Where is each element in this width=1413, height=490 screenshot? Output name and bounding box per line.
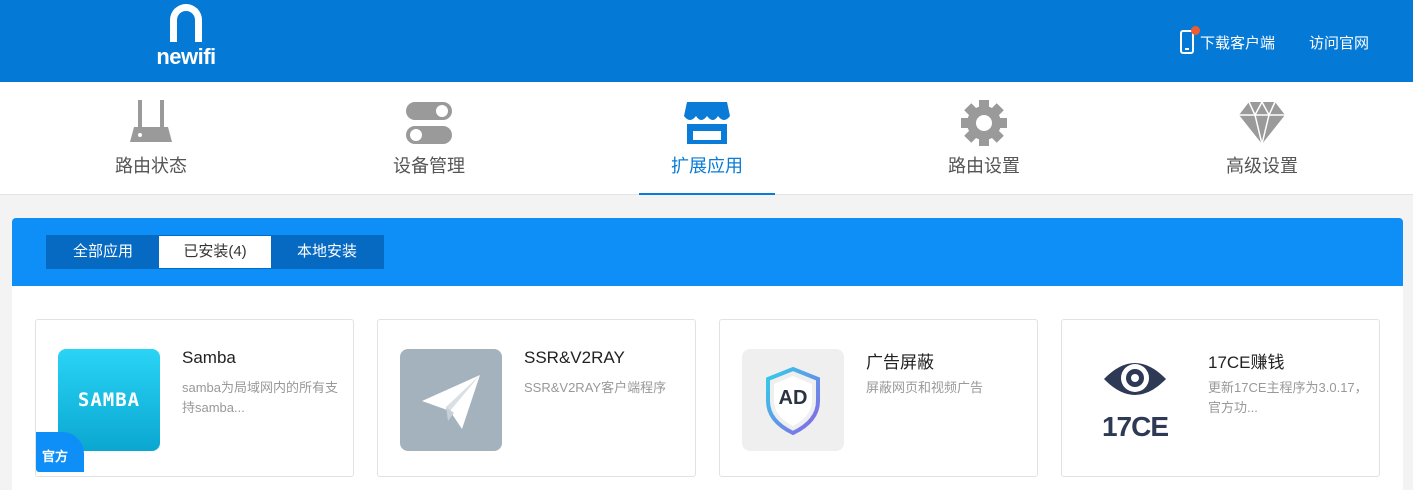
app-name: SSR&V2RAY [524, 348, 625, 367]
app-card-17ce[interactable]: 17CE 17CE赚钱 更新17CE主程序为3.0.17，官方功... [1061, 319, 1380, 477]
official-badge: 官方 [36, 432, 84, 472]
diamond-icon [1239, 100, 1285, 145]
17ce-eye-icon: 17CE [1084, 349, 1186, 451]
app-name: 广告屏蔽 [866, 353, 934, 372]
paper-plane-glyph [422, 375, 480, 429]
toggles-icon [406, 102, 452, 144]
newifi-logo[interactable]: newifi [150, 4, 222, 70]
nav-label: 扩展应用 [671, 156, 743, 176]
ad-shield-icon: AD [742, 349, 844, 451]
logo-text: newifi [156, 44, 216, 69]
nav-label: 高级设置 [1226, 156, 1298, 176]
app-description: SSR&V2RAY客户端程序 [524, 380, 667, 395]
app-name: Samba [182, 348, 236, 367]
store-icon [684, 102, 730, 144]
notification-dot [1190, 26, 1200, 35]
visit-official-site-link[interactable]: 访问官网 [1309, 32, 1369, 53]
app-card-ad-block[interactable]: AD 广告屏蔽 屏蔽网页和视频广告 [719, 319, 1038, 477]
download-client-link[interactable]: 下载客户端 [1200, 32, 1275, 53]
nav-item-router-settings[interactable]: 路由设置 [916, 82, 1052, 195]
nav-item-router-status[interactable]: 路由状态 [83, 82, 219, 195]
apps-panel: 全部应用 已安装(4) 本地安装 SAMBA Samba samba为局域网内的… [12, 218, 1403, 490]
phone-icon [1179, 26, 1200, 54]
app-description: samba为局域网内的所有支持samba... [182, 380, 339, 415]
app-description: 屏蔽网页和视频广告 [866, 380, 984, 395]
logo-n-mark [170, 4, 202, 42]
paper-plane-icon [400, 349, 502, 451]
app-card-samba[interactable]: SAMBA Samba samba为局域网内的所有支持samba... 官方 [35, 319, 354, 477]
tab-local-install[interactable]: 本地安装 [271, 236, 383, 268]
ad-icon-text: AD [778, 387, 808, 409]
top-header: newifi 下载客户端 访问官网 [0, 0, 1413, 82]
app-card-ssr-v2ray[interactable]: SSR&V2RAY SSR&V2RAY客户端程序 [377, 319, 696, 477]
nav-item-advanced-settings[interactable]: 高级设置 [1194, 82, 1330, 195]
tab-all-apps[interactable]: 全部应用 [47, 236, 159, 268]
panel-header: 全部应用 已安装(4) 本地安装 [12, 218, 1403, 286]
header-links: 下载客户端 访问官网 [1179, 26, 1369, 54]
app-name: 17CE赚钱 [1208, 353, 1285, 372]
tab-installed[interactable]: 已安装(4) [159, 236, 271, 268]
gear-icon [961, 100, 1007, 146]
samba-icon-text: SAMBA [77, 389, 141, 411]
app-description: 更新17CE主程序为3.0.17，官方功... [1208, 380, 1368, 415]
nav-label: 路由设置 [948, 156, 1020, 176]
main-nav: 路由状态 设备管理 扩展应用 路由设置 高级设置 [0, 82, 1413, 195]
nav-item-device-management[interactable]: 设备管理 [361, 82, 497, 195]
router-icon [130, 100, 172, 142]
nav-label: 设备管理 [393, 156, 465, 176]
app-filter-tabs: 全部应用 已安装(4) 本地安装 [46, 235, 384, 269]
nav-label: 路由状态 [115, 156, 187, 176]
17ce-icon-text: 17CE [1101, 411, 1169, 442]
nav-item-extended-apps[interactable]: 扩展应用 [639, 82, 775, 195]
